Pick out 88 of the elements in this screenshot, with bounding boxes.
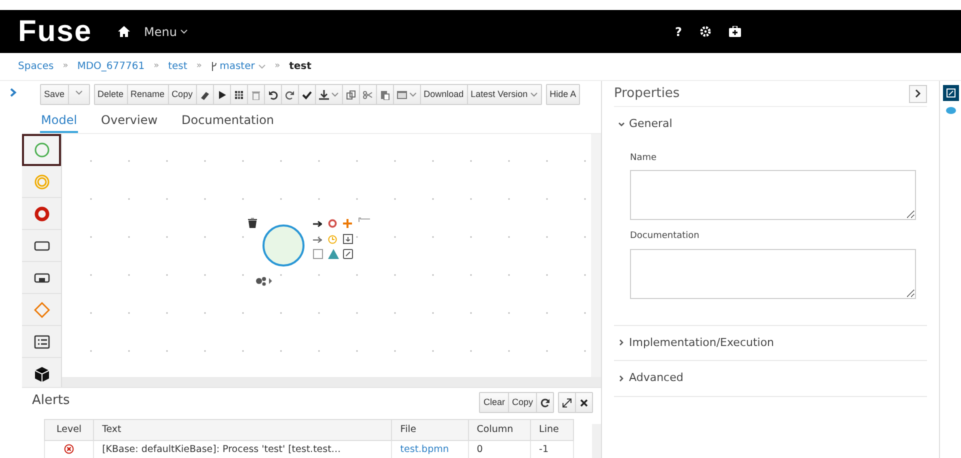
cube-icon bbox=[34, 366, 50, 382]
caret-icon bbox=[408, 92, 417, 98]
horizontal-scrollbar[interactable] bbox=[62, 377, 601, 387]
breadcrumb-separator: » bbox=[274, 60, 280, 73]
panel-title: Properties bbox=[614, 84, 680, 103]
section-header[interactable]: Implementation/Execution bbox=[614, 326, 774, 360]
error-icon bbox=[64, 444, 74, 454]
check-icon bbox=[302, 90, 312, 100]
edit-icon bbox=[946, 88, 956, 98]
undo-icon bbox=[268, 90, 278, 100]
start-event-icon bbox=[34, 142, 50, 158]
close-icon bbox=[579, 398, 589, 408]
chevron-icon bbox=[618, 374, 625, 382]
toolbar-button[interactable]: Delete bbox=[94, 85, 128, 104]
chevron-icon bbox=[915, 89, 921, 98]
breadcrumb-current: test bbox=[289, 60, 312, 74]
task-icon[interactable] bbox=[313, 249, 323, 259]
chevron-icon bbox=[618, 339, 625, 346]
column-header: Level bbox=[44, 419, 94, 440]
alerts-title: Alerts bbox=[32, 392, 70, 410]
subprocess-icon[interactable] bbox=[343, 234, 353, 244]
paste-icon bbox=[380, 90, 390, 100]
vertical-scrollbar[interactable] bbox=[592, 424, 601, 458]
intermediate-event-icon bbox=[34, 174, 50, 190]
toolbar-button[interactable]: Copy bbox=[168, 85, 197, 104]
collapse-button[interactable] bbox=[909, 84, 927, 102]
toolbar-button[interactable]: Rename bbox=[128, 85, 169, 104]
breadcrumb-link[interactable]: MDO_677761 bbox=[77, 59, 145, 74]
toolbar-button[interactable]: Copy bbox=[508, 393, 537, 412]
tab[interactable]: Overview bbox=[100, 111, 159, 133]
grid-icon bbox=[234, 90, 244, 100]
briefcase-icon[interactable] bbox=[729, 26, 741, 37]
cut-icon bbox=[362, 90, 373, 100]
breadcrumb-link[interactable]: Spaces bbox=[18, 59, 54, 74]
caret-icon bbox=[180, 28, 188, 34]
palette-tool[interactable] bbox=[22, 134, 61, 166]
logo: Fuse bbox=[18, 16, 92, 46]
expand-icon[interactable] bbox=[10, 88, 17, 98]
field-label: Name bbox=[630, 152, 658, 164]
caret-icon bbox=[330, 92, 339, 98]
arrow-icon[interactable] bbox=[313, 221, 322, 227]
settings-icon[interactable] bbox=[700, 26, 711, 37]
list-icon bbox=[34, 334, 50, 350]
caret-icon bbox=[530, 92, 538, 98]
download-icon bbox=[318, 90, 329, 100]
refresh-icon bbox=[540, 398, 550, 408]
expand-icon bbox=[562, 398, 572, 408]
column-header: File bbox=[392, 419, 468, 440]
download-button[interactable]: Download bbox=[420, 85, 468, 104]
breadcrumb-link[interactable]: test bbox=[168, 59, 188, 74]
vertical-scrollbar[interactable] bbox=[591, 134, 601, 377]
redo-icon bbox=[284, 90, 295, 100]
breadcrumb-separator: » bbox=[154, 60, 160, 73]
window-icon bbox=[396, 90, 407, 100]
edit-icon[interactable] bbox=[343, 249, 353, 259]
arrow-icon[interactable] bbox=[313, 237, 322, 243]
breadcrumb-separator: » bbox=[62, 60, 68, 73]
tab[interactable]: Documentation bbox=[180, 111, 276, 133]
branch-icon bbox=[210, 62, 217, 71]
edit-button[interactable] bbox=[942, 85, 958, 101]
section-header[interactable]: Advanced bbox=[614, 361, 684, 396]
caret-icon bbox=[258, 64, 266, 70]
start-event-node[interactable] bbox=[262, 224, 305, 267]
play-icon bbox=[216, 90, 227, 100]
home-icon[interactable] bbox=[118, 26, 130, 37]
chevron-icon bbox=[618, 120, 625, 128]
column-header: Line bbox=[530, 419, 574, 440]
field-label: Documentation bbox=[630, 230, 700, 243]
gateway-icon bbox=[34, 302, 50, 318]
trash-icon[interactable] bbox=[248, 218, 257, 228]
toolbar-button[interactable]: Clear bbox=[480, 393, 509, 412]
branch-dropdown[interactable]: master bbox=[210, 59, 266, 74]
end-event-icon bbox=[34, 206, 50, 222]
eraser-icon bbox=[200, 90, 210, 100]
trash-icon bbox=[250, 90, 261, 100]
breadcrumb-separator: » bbox=[196, 60, 202, 73]
menu-dropdown[interactable]: Menu bbox=[144, 22, 188, 40]
help-link[interactable]: ? bbox=[675, 22, 682, 40]
end-event-icon[interactable] bbox=[328, 219, 337, 228]
column-header: Text bbox=[94, 419, 392, 440]
section-header[interactable]: General bbox=[614, 107, 672, 142]
version-dropdown[interactable]: Latest Version bbox=[468, 85, 541, 104]
copy-icon bbox=[346, 90, 356, 100]
column-header: Column bbox=[468, 419, 531, 440]
triangle-icon[interactable] bbox=[328, 249, 339, 259]
hide-button[interactable]: Hide A bbox=[546, 85, 580, 104]
annotation-icon[interactable] bbox=[358, 217, 370, 223]
add-icon[interactable] bbox=[343, 219, 352, 228]
